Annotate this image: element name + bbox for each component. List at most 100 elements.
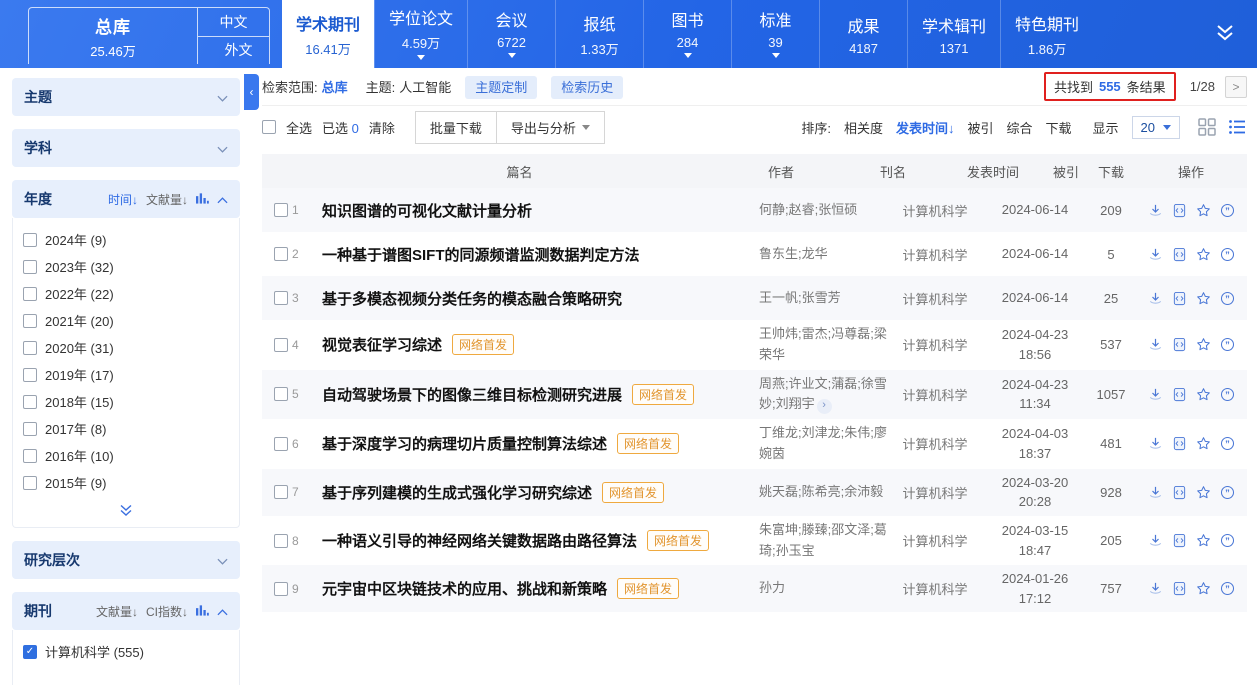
show-more-years-button[interactable] [23, 496, 229, 523]
row-checkbox[interactable] [274, 338, 288, 352]
download-icon[interactable] [1148, 485, 1163, 500]
cite-quote-icon[interactable]: ” [1220, 337, 1235, 352]
article-title-link[interactable]: 基于序列建模的生成式强化学习研究综述 [322, 482, 592, 503]
filter-checkbox-item[interactable]: 2018年 (15) [23, 388, 229, 415]
journal-name-link[interactable]: 计算机科学 [887, 531, 983, 550]
journal-name-link[interactable]: 计算机科学 [887, 201, 983, 220]
zongku-tab[interactable]: 总库 25.46万 [28, 7, 198, 64]
favorite-star-icon[interactable] [1196, 436, 1211, 451]
row-checkbox[interactable] [274, 485, 288, 499]
journal-sort-by-count[interactable]: 文献量↓ [96, 603, 138, 620]
authors-text[interactable]: 孙力 [759, 580, 785, 595]
select-all-checkbox[interactable] [262, 120, 276, 134]
cite-quote-icon[interactable]: ” [1220, 436, 1235, 451]
authors-text[interactable]: 朱富坤;滕臻;邵文泽;葛琦;孙玉宝 [759, 522, 887, 558]
filter-checkbox-item[interactable]: 计算机科学 (555) [23, 638, 229, 665]
filter-checkbox-item[interactable]: 2016年 (10) [23, 442, 229, 469]
select-all-label[interactable]: 全选 [286, 118, 312, 137]
grid-view-button[interactable] [1197, 117, 1217, 137]
filter-checkbox[interactable] [23, 341, 37, 355]
bar-chart-icon[interactable] [196, 604, 209, 619]
download-icon[interactable] [1148, 581, 1163, 596]
sort-option[interactable]: 被引 [967, 118, 993, 137]
cite-quote-icon[interactable]: ” [1220, 203, 1235, 218]
html-read-icon[interactable] [1172, 581, 1187, 596]
lang-tab-chinese[interactable]: 中文 [198, 7, 270, 37]
authors-cell[interactable]: 丁维龙;刘津龙;朱伟;廖婉茵 [759, 423, 887, 465]
authors-text[interactable]: 王帅炜;雷杰;冯尊磊;梁荣华 [759, 326, 887, 362]
journal-sort-by-ci[interactable]: CI指数↓ [146, 603, 188, 620]
bar-chart-icon[interactable] [196, 192, 209, 207]
row-checkbox[interactable] [274, 247, 288, 261]
row-checkbox[interactable] [274, 582, 288, 596]
cite-quote-icon[interactable]: ” [1220, 581, 1235, 596]
filter-checkbox-item[interactable]: 2015年 (9) [23, 469, 229, 496]
resource-tab[interactable]: 成果 4187 [819, 0, 907, 68]
journal-name-link[interactable]: 计算机科学 [887, 579, 983, 598]
authors-cell[interactable]: 姚天磊;陈希亮;余沛毅 [759, 482, 887, 503]
resource-tab[interactable]: 学术期刊 16.41万 [282, 0, 374, 68]
filter-checkbox[interactable] [23, 395, 37, 409]
resource-tab[interactable]: 会议 6722 [467, 0, 555, 68]
filter-section-topic[interactable]: 主题 [12, 78, 240, 116]
article-title-link[interactable]: 知识图谱的可视化文献计量分析 [322, 200, 532, 221]
html-read-icon[interactable] [1172, 291, 1187, 306]
html-read-icon[interactable] [1172, 337, 1187, 352]
cite-quote-icon[interactable]: ” [1220, 291, 1235, 306]
favorite-star-icon[interactable] [1196, 291, 1211, 306]
row-checkbox[interactable] [274, 437, 288, 451]
html-read-icon[interactable] [1172, 247, 1187, 262]
download-count[interactable]: 205 [1087, 533, 1135, 548]
authors-cell[interactable]: 孙力 [759, 578, 887, 599]
resource-tab[interactable]: 报纸 1.33万 [555, 0, 643, 68]
search-tool-button[interactable]: 主题定制 [465, 76, 537, 99]
authors-cell[interactable]: 朱富坤;滕臻;邵文泽;葛琦;孙玉宝 [759, 520, 887, 562]
article-title-link[interactable]: 一种语义引导的神经网络关键数据路由路径算法 [322, 530, 637, 551]
clear-selection-button[interactable]: 清除 [369, 118, 395, 137]
row-checkbox[interactable] [274, 534, 288, 548]
resource-tab[interactable]: 学位论文 4.59万 [374, 0, 467, 68]
download-count[interactable]: 1057 [1087, 387, 1135, 402]
html-read-icon[interactable] [1172, 387, 1187, 402]
download-icon[interactable] [1148, 533, 1163, 548]
batch-download-button[interactable]: 批量下载 [415, 111, 497, 144]
row-checkbox[interactable] [274, 203, 288, 217]
sort-option[interactable]: 相关度 [844, 118, 883, 137]
favorite-star-icon[interactable] [1196, 485, 1211, 500]
more-tabs-button[interactable] [1193, 0, 1257, 68]
download-icon[interactable] [1148, 387, 1163, 402]
html-read-icon[interactable] [1172, 533, 1187, 548]
html-read-icon[interactable] [1172, 436, 1187, 451]
article-title-link[interactable]: 自动驾驶场景下的图像三维目标检测研究进展 [322, 384, 622, 405]
article-title-link[interactable]: 基于深度学习的病理切片质量控制算法综述 [322, 433, 607, 454]
resource-tab[interactable]: 特色期刊 1.86万 [1000, 0, 1093, 68]
year-sort-by-time[interactable]: 时间↓ [108, 191, 138, 208]
download-count[interactable]: 928 [1087, 485, 1135, 500]
filter-checkbox-item[interactable]: 2020年 (31) [23, 334, 229, 361]
next-page-button[interactable]: > [1225, 76, 1247, 98]
filter-checkbox[interactable] [23, 645, 37, 659]
filter-section-subject[interactable]: 学科 [12, 129, 240, 167]
year-sort-by-count[interactable]: 文献量↓ [146, 191, 188, 208]
filter-checkbox[interactable] [23, 314, 37, 328]
download-count[interactable]: 209 [1087, 203, 1135, 218]
journal-name-link[interactable]: 计算机科学 [887, 385, 983, 404]
authors-cell[interactable]: 王帅炜;雷杰;冯尊磊;梁荣华 [759, 324, 887, 366]
download-count[interactable]: 25 [1087, 291, 1135, 306]
favorite-star-icon[interactable] [1196, 337, 1211, 352]
resource-tab[interactable]: 图书 284 [643, 0, 731, 68]
filter-section-journal[interactable]: 期刊 文献量↓ CI指数↓ [12, 592, 240, 630]
filter-checkbox[interactable] [23, 476, 37, 490]
filter-section-year[interactable]: 年度 时间↓ 文献量↓ [12, 180, 240, 218]
authors-cell[interactable]: 何静;赵睿;张恒硕 [759, 200, 887, 221]
expand-authors-icon[interactable]: › [817, 399, 832, 414]
resource-tab[interactable]: 学术辑刊 1371 [907, 0, 1000, 68]
authors-cell[interactable]: 周燕;许业文;蒲磊;徐雪妙;刘翔宇› [759, 374, 887, 416]
journal-name-link[interactable]: 计算机科学 [887, 289, 983, 308]
journal-name-link[interactable]: 计算机科学 [887, 245, 983, 264]
filter-section-level[interactable]: 研究层次 [12, 541, 240, 579]
favorite-star-icon[interactable] [1196, 387, 1211, 402]
favorite-star-icon[interactable] [1196, 247, 1211, 262]
download-icon[interactable] [1148, 247, 1163, 262]
html-read-icon[interactable] [1172, 485, 1187, 500]
